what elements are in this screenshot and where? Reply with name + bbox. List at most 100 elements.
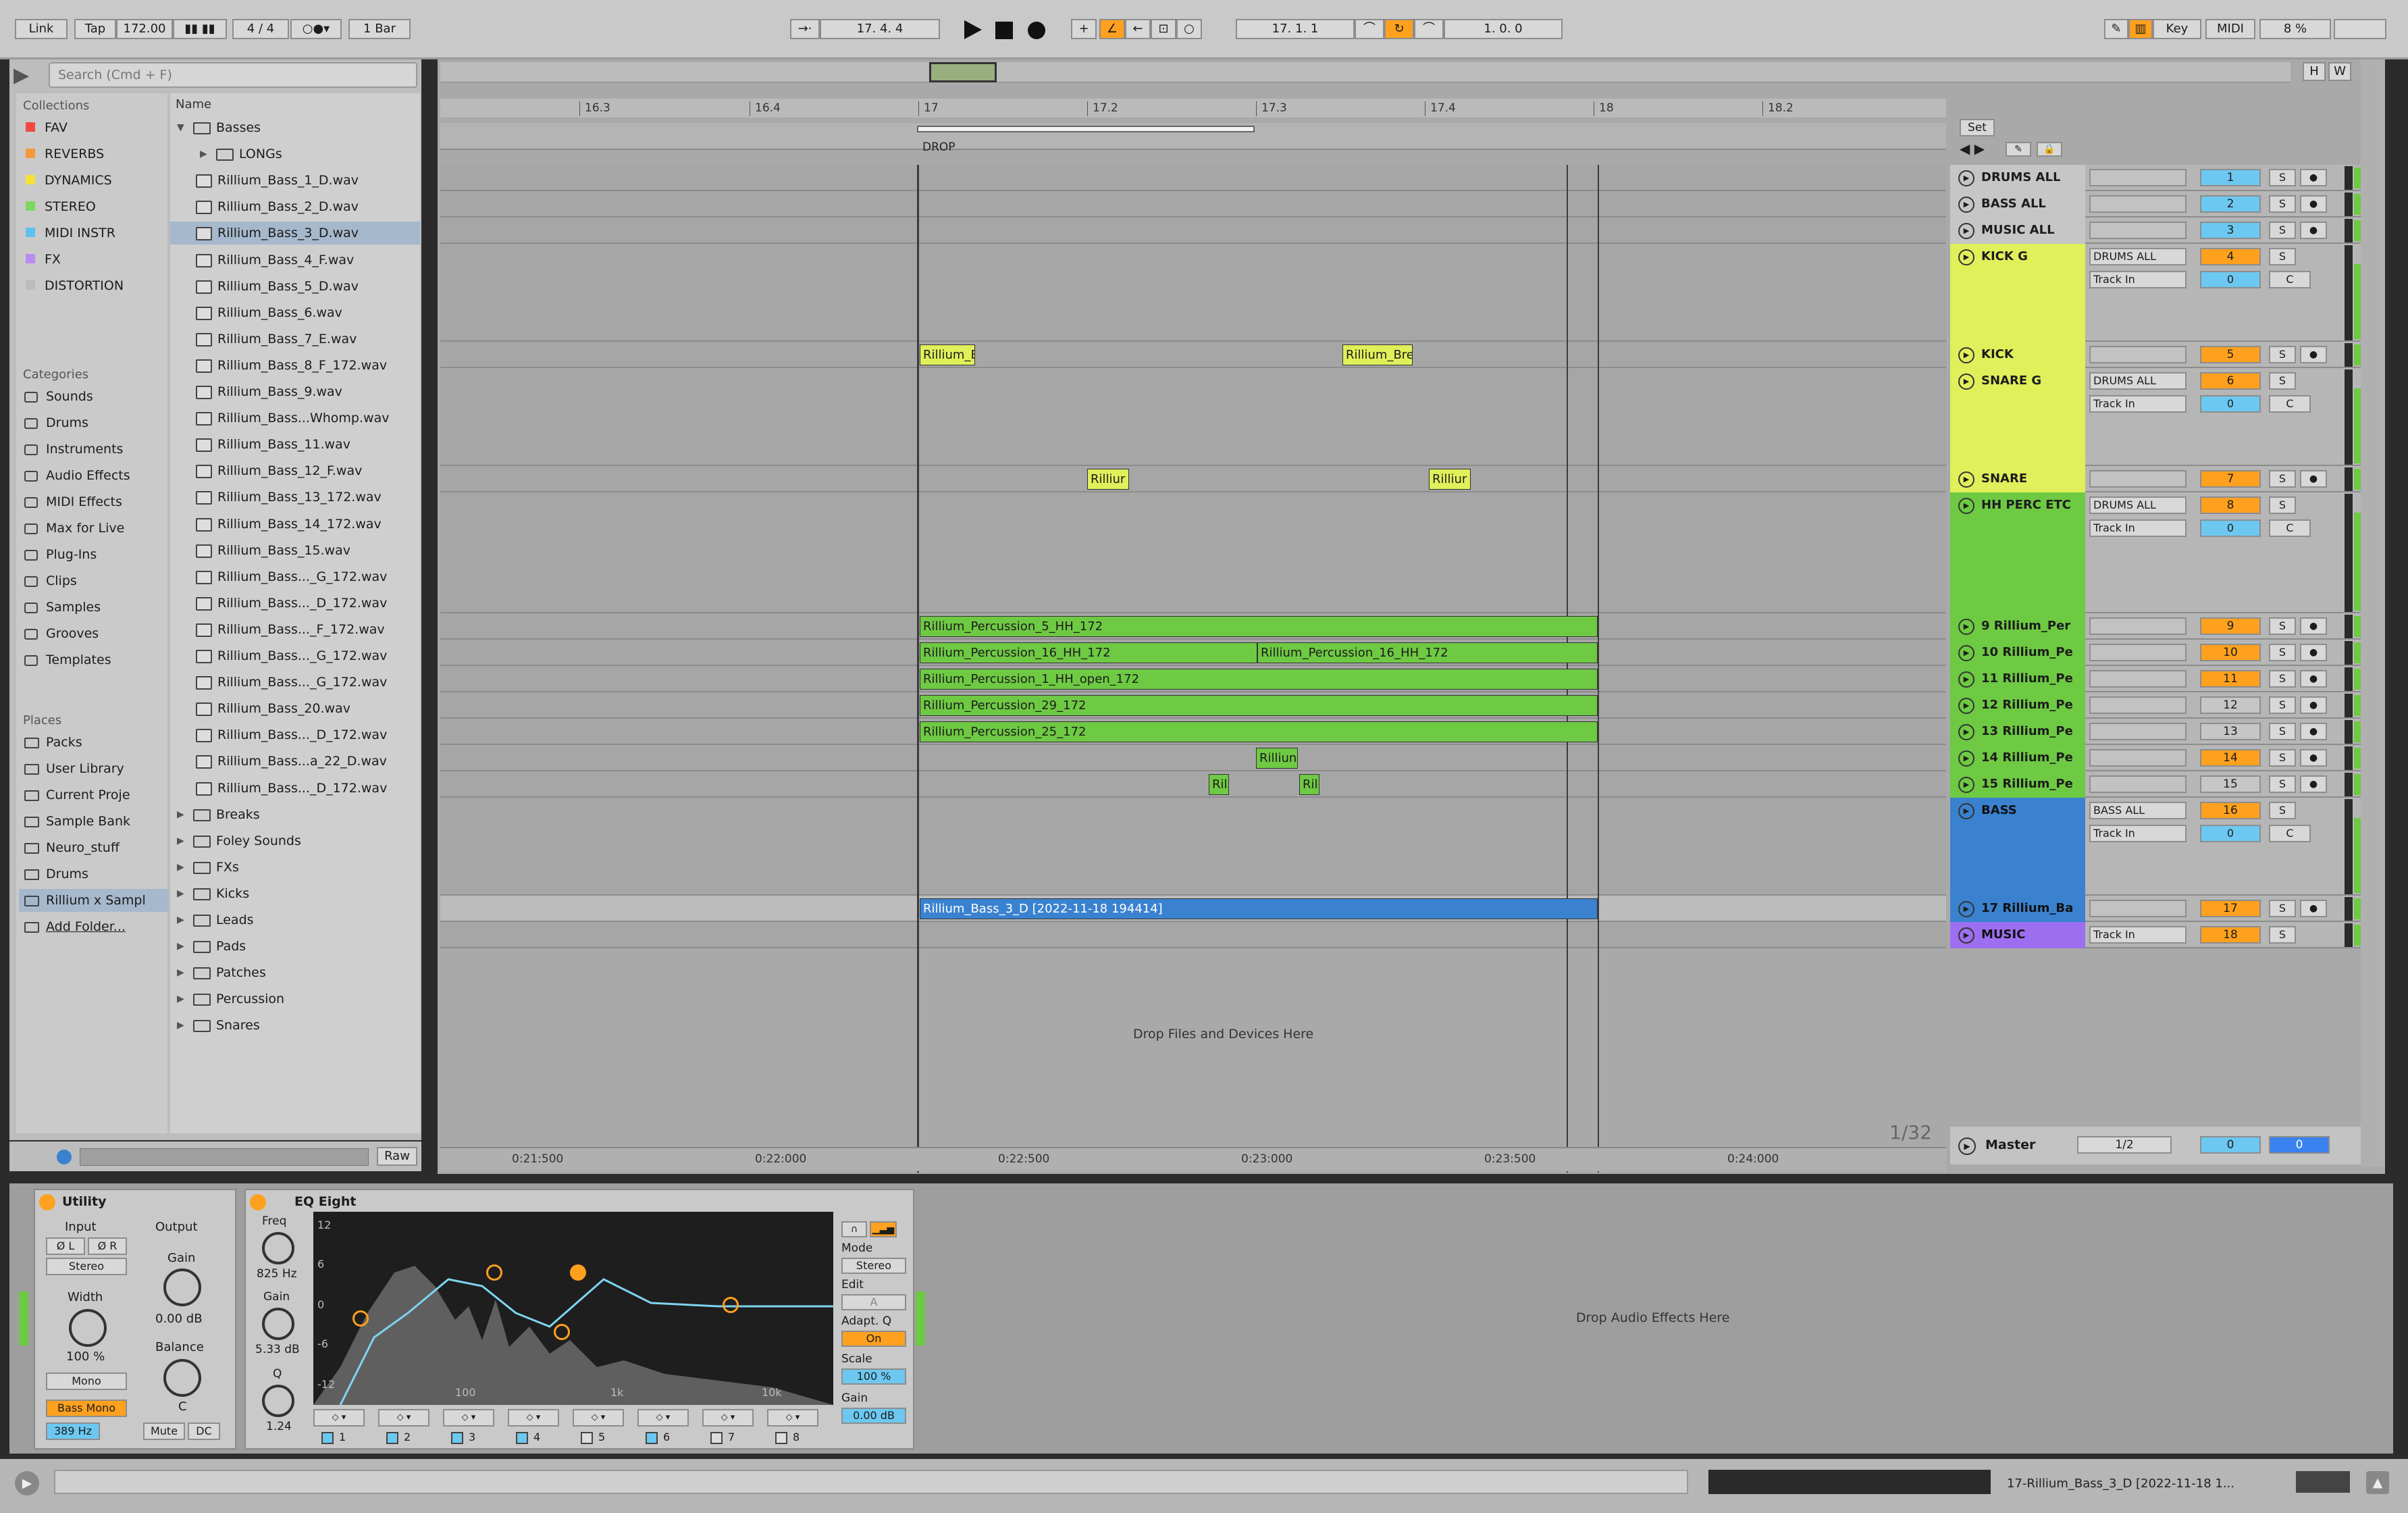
category-item[interactable]: Sounds [23, 385, 165, 408]
track-activator[interactable]: 14 [2200, 749, 2261, 767]
track-name[interactable]: 10 Rillium_Pe [1981, 645, 2073, 659]
file-row[interactable]: Rillium_Bass..._D_172.wav [170, 592, 420, 615]
category-item[interactable]: Grooves [23, 622, 165, 645]
arm-button[interactable]: ● [2300, 346, 2327, 363]
lock-button[interactable]: 🔒 [2037, 142, 2062, 157]
file-row[interactable]: ▶ Patches [170, 961, 420, 984]
record-icon[interactable] [1028, 22, 1045, 39]
follow-button[interactable]: →· [790, 19, 820, 39]
eq-band-2-handle[interactable] [486, 1264, 502, 1281]
chevron-right-icon[interactable]: ▶ [177, 961, 184, 984]
clip[interactable]: Rillium_Bre [1342, 344, 1413, 365]
track-lane[interactable] [440, 466, 1946, 492]
file-row[interactable]: ▶ Breaks [170, 803, 420, 826]
file-row[interactable]: Rillium_Bass_11.wav [170, 433, 420, 456]
file-row[interactable]: Rillium_Bass_5_D.wav [170, 275, 420, 298]
track-fold-icon[interactable]: ▶ [1958, 498, 1974, 514]
track-name[interactable]: MUSIC ALL [1981, 223, 2055, 237]
solo-button[interactable]: S [2269, 749, 2296, 767]
track-name[interactable]: KICK [1981, 347, 2014, 361]
eq-filter-type-select[interactable]: ◇ ▾ [443, 1409, 494, 1427]
category-item[interactable]: Drums [23, 411, 165, 434]
track-name[interactable]: 14 Rillium_Pe [1981, 750, 2073, 765]
track-fold-icon[interactable]: ▶ [1958, 197, 1974, 213]
solo-button[interactable]: S [2269, 195, 2296, 213]
track-header[interactable]: ▶ MUSIC Track In 18 S [1950, 922, 2382, 948]
eq-band-toggle[interactable] [386, 1432, 398, 1444]
overdub-button[interactable]: + [1071, 19, 1097, 39]
track-routing-select[interactable]: DRUMS ALL [2089, 496, 2187, 514]
track-activator[interactable]: 6 [2200, 372, 2261, 390]
time-ruler[interactable] [440, 1147, 1946, 1171]
clip[interactable]: Rillium_Percussion_29_172 [920, 695, 1598, 716]
file-row[interactable]: ▼ Basses [170, 116, 420, 139]
solo-button[interactable]: S [2269, 169, 2296, 186]
track-name[interactable]: DRUMS ALL [1981, 170, 2060, 184]
play-icon[interactable] [964, 20, 982, 39]
collection-item[interactable]: REVERBS [23, 143, 165, 165]
eq-mode-select[interactable]: Stereo [841, 1258, 906, 1274]
arm-button[interactable]: ● [2300, 723, 2327, 740]
track-header[interactable]: ▶ KICK G DRUMS ALL Track In 0 C 4 S [1950, 244, 2382, 342]
track-activator[interactable]: 18 [2200, 926, 2261, 944]
file-row[interactable]: ▶ FXs [170, 856, 420, 879]
track-lane[interactable] [440, 368, 1946, 466]
clip[interactable]: Rillium_Br [920, 344, 975, 365]
place-item[interactable]: Add Folder... [19, 915, 169, 938]
track-lane[interactable] [440, 165, 1946, 191]
loop-brace[interactable] [917, 126, 1255, 132]
arm-button[interactable]: ● [2300, 775, 2327, 793]
track-lane[interactable] [440, 798, 1946, 896]
track-header[interactable]: ▶ DRUMS ALL 1 S ● [1950, 165, 2382, 191]
file-row[interactable]: Rillium_Bass_14_172.wav [170, 513, 420, 536]
punch-out-button[interactable]: ⌒ [1414, 19, 1444, 39]
set-locator-button[interactable]: Set [1960, 119, 1995, 136]
clip[interactable]: Rillium_Percussion_25_172 [920, 721, 1598, 742]
track-fold-icon[interactable]: ▶ [1958, 374, 1974, 390]
track-header[interactable]: ▶ SNARE 7 S ● [1950, 466, 2382, 492]
eq-band-toggle[interactable] [710, 1432, 723, 1444]
track-name[interactable]: 13 Rillium_Pe [1981, 724, 2073, 738]
category-item[interactable]: Clips [23, 569, 165, 592]
solo-button[interactable]: S [2269, 222, 2296, 239]
track-header[interactable]: ▶ 12 Rillium_Pe 12 S ● [1950, 692, 2382, 719]
file-row[interactable]: ▶ Snares [170, 1014, 420, 1037]
track-volume-slider[interactable] [2089, 169, 2187, 186]
eq-gain-knob[interactable] [262, 1308, 294, 1340]
track-fold-icon[interactable]: ▶ [1958, 347, 1974, 363]
track-name[interactable]: 17 Rillium_Ba [1981, 901, 2073, 915]
raw-button[interactable]: Raw [377, 1147, 417, 1166]
track-in-value[interactable]: 0 [2200, 271, 2261, 288]
track-header[interactable]: ▶ KICK 5 S ● [1950, 342, 2382, 368]
eq-filter-type-select[interactable]: ◇ ▾ [767, 1409, 818, 1427]
track-name[interactable]: 12 Rillium_Pe [1981, 698, 2073, 712]
eq-band-1-handle[interactable] [352, 1310, 369, 1327]
computer-keyboard-button[interactable]: ▥ [2128, 19, 2153, 39]
category-item[interactable]: Templates [23, 648, 165, 671]
track-header[interactable]: ▶ BASS BASS ALL Track In 0 C 16 S [1950, 798, 2382, 896]
time-signature[interactable]: 4 / 4 [232, 19, 289, 39]
place-item[interactable]: Rillium x Sampl [19, 889, 169, 912]
track-fold-icon[interactable]: ▶ [1958, 645, 1974, 661]
prev-locator-icon[interactable]: ◀ ▶ [1960, 140, 1985, 157]
width-knob[interactable] [69, 1309, 107, 1347]
track-header[interactable]: ▶ 13 Rillium_Pe 13 S ● [1950, 719, 2382, 745]
track-activator[interactable]: 7 [2200, 470, 2261, 488]
bass-freq-field[interactable]: 389 Hz [46, 1422, 100, 1440]
place-item[interactable]: Current Proje [19, 784, 169, 806]
phase-left-button[interactable]: Ø L [46, 1237, 85, 1255]
track-volume-slider[interactable] [2089, 346, 2187, 363]
file-row[interactable]: ▶ Leads [170, 908, 420, 931]
file-row[interactable]: Rillium_Bass_20.wav [170, 697, 420, 720]
arrangement-position[interactable]: 17. 4. 4 [820, 19, 940, 39]
eq-q-knob[interactable] [262, 1385, 294, 1417]
automation-arm-button[interactable]: ∠ [1099, 19, 1125, 39]
track-input-select[interactable]: Track In [2089, 395, 2187, 413]
stop-icon[interactable] [995, 22, 1013, 39]
track-header[interactable]: ▶ SNARE G DRUMS ALL Track In 0 C 6 S [1950, 368, 2382, 466]
solo-button[interactable]: S [2269, 723, 2296, 740]
master-volume[interactable]: 0 [2200, 1136, 2261, 1154]
clip[interactable]: Rillium_Percussion_1_HH_open_172 [920, 669, 1598, 690]
gain-knob[interactable] [163, 1268, 201, 1306]
track-activator[interactable]: 2 [2200, 195, 2261, 213]
